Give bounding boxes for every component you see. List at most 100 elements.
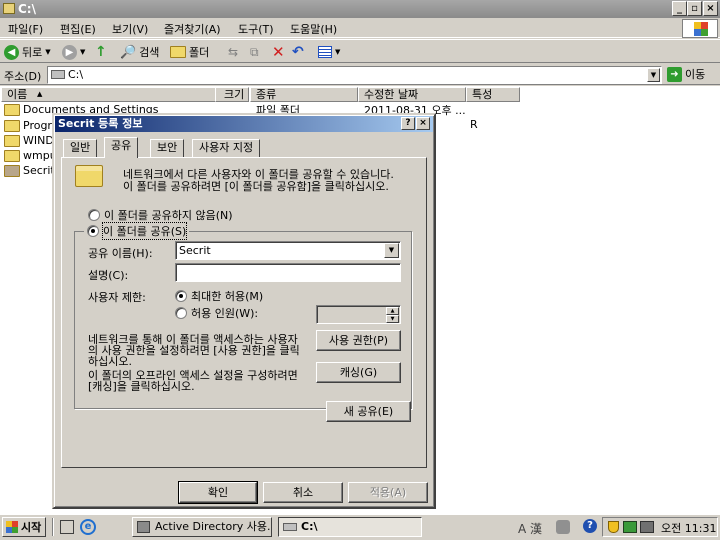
menu-edit[interactable]: 편집(E) xyxy=(60,21,96,37)
share-radio[interactable]: 이 폴더를 공유(S) xyxy=(84,222,190,240)
restore-button[interactable]: ▫ xyxy=(687,1,702,16)
share-name-label: 공유 이름(H): xyxy=(88,247,153,260)
forward-arrow-icon: ▶ xyxy=(62,44,77,60)
start-button[interactable]: 시작 xyxy=(2,517,46,537)
system-tray: 오전 11:31 xyxy=(602,517,718,537)
address-input[interactable]: C:\ ▼ xyxy=(47,66,662,84)
search-icon: 🔎 xyxy=(120,44,137,60)
ok-label: 확인 xyxy=(207,486,229,499)
menu-favorites[interactable]: 즐겨찾기(A) xyxy=(164,21,221,37)
taskbar-item-label: Active Directory 사용... xyxy=(155,520,272,533)
views-button[interactable]: ▼ xyxy=(318,43,340,61)
back-button[interactable]: ◀ 뒤로 ▼ xyxy=(4,43,51,61)
dialog-titlebar: Secrit 등록 정보 xyxy=(55,116,433,132)
menu-tools[interactable]: 도구(T) xyxy=(238,21,274,37)
toolbar: ◀ 뒤로 ▼ ▶ ▼ ↑ 🔎 검색 폴더 ⇆ ⧉ ✕ ↶ ▼ xyxy=(0,39,720,63)
column-header-attributes[interactable]: 특성 xyxy=(466,87,520,102)
new-share-label: 새 공유(E) xyxy=(343,405,394,418)
address-dropdown-button[interactable]: ▼ xyxy=(647,68,660,82)
folder-icon xyxy=(4,149,20,162)
search-label: 검색 xyxy=(139,46,160,59)
stepper-up-icon[interactable]: ▲ xyxy=(386,307,399,315)
tab-customize-label: 사용자 지정 xyxy=(199,141,254,154)
cancel-button[interactable]: 취소 xyxy=(263,482,343,503)
cancel-label: 취소 xyxy=(292,486,314,499)
column-name-label: 이름 xyxy=(7,88,28,101)
chevron-down-icon: ▼ xyxy=(45,48,51,56)
description-input[interactable] xyxy=(175,263,401,282)
taskbar-item-active-directory[interactable]: Active Directory 사용... xyxy=(132,517,272,537)
address-value: C:\ xyxy=(68,68,84,81)
folders-button[interactable]: 폴더 xyxy=(170,43,209,61)
delete-button[interactable]: ✕ xyxy=(272,43,285,61)
security-shield-icon[interactable] xyxy=(608,521,619,533)
apply-label: 적용(A) xyxy=(369,486,407,499)
user-count-stepper[interactable]: ▲ ▼ xyxy=(316,305,401,324)
help-icon[interactable]: ? xyxy=(583,519,597,533)
permissions-button-label: 사용 권한(P) xyxy=(328,334,389,347)
go-button[interactable]: ➜ 이동 xyxy=(667,66,705,82)
ime-tool-icon[interactable] xyxy=(556,520,570,534)
stepper-down-icon[interactable]: ▼ xyxy=(386,315,399,323)
copy-icon: ⧉ xyxy=(250,44,259,59)
search-button[interactable]: 🔎 검색 xyxy=(120,43,159,61)
window-title: C:\ xyxy=(18,2,36,16)
tab-general-label: 일반 xyxy=(70,141,91,154)
caching-button[interactable]: 캐싱(G) xyxy=(316,362,401,383)
chevron-down-icon[interactable]: ▼ xyxy=(384,243,399,258)
drive-icon xyxy=(51,70,65,79)
max-allowed-radio[interactable]: 최대한 허용(M) xyxy=(175,288,263,304)
apply-button[interactable]: 적용(A) xyxy=(348,482,428,503)
column-header-modified[interactable]: 수정한 날짜 xyxy=(358,87,466,102)
back-label: 뒤로 xyxy=(22,46,43,59)
windows-logo-icon xyxy=(682,19,718,38)
column-type-label: 종류 xyxy=(256,88,277,101)
tab-general[interactable]: 일반 xyxy=(63,139,98,157)
no-share-radio[interactable]: 이 폴더를 공유하지 않음(N) xyxy=(88,207,233,223)
minimize-button[interactable]: _ xyxy=(672,1,687,16)
share-name-select[interactable]: Secrit ▼ xyxy=(175,241,401,260)
tab-sharing[interactable]: 공유 xyxy=(104,137,139,158)
taskbar-item-explorer[interactable]: C:\ xyxy=(278,517,422,537)
list-item[interactable]: Progra xyxy=(4,118,59,133)
list-item[interactable]: wmpu xyxy=(4,148,57,163)
close-button[interactable]: × xyxy=(703,1,718,16)
delete-x-icon: ✕ xyxy=(272,43,285,61)
move-to-button[interactable]: ⇆ xyxy=(228,43,238,61)
window-titlebar: C:\ xyxy=(0,0,720,18)
allow-users-radio[interactable]: 허용 인원(W): xyxy=(175,305,258,321)
forward-button[interactable]: ▶ ▼ xyxy=(62,43,85,61)
list-item[interactable]: Secrit xyxy=(4,163,55,178)
menu-view[interactable]: 보기(V) xyxy=(112,21,148,37)
radio-on-icon xyxy=(87,225,99,237)
column-attributes-label: 특성 xyxy=(472,88,493,101)
radio-on-icon xyxy=(175,290,187,302)
copy-to-button[interactable]: ⧉ xyxy=(250,43,259,61)
show-desktop-icon[interactable] xyxy=(60,520,74,534)
network-icon[interactable] xyxy=(623,521,637,533)
ime-indicator[interactable]: A 漢 xyxy=(518,520,542,537)
internet-explorer-icon[interactable]: e xyxy=(80,519,96,535)
menu-help[interactable]: 도움말(H) xyxy=(290,21,337,37)
menu-file[interactable]: 파일(F) xyxy=(8,21,43,37)
active-directory-icon xyxy=(137,521,150,533)
ok-button[interactable]: 확인 xyxy=(178,481,258,504)
caching-button-label: 캐싱(G) xyxy=(339,366,378,379)
undo-button[interactable]: ↶ xyxy=(292,43,304,61)
column-header-size[interactable]: 크기 xyxy=(215,87,249,102)
dialog-close-button[interactable]: × xyxy=(416,117,430,130)
new-share-button[interactable]: 새 공유(E) xyxy=(326,401,411,422)
column-header-type[interactable]: 종류 xyxy=(250,87,358,102)
clock[interactable]: 오전 11:31 xyxy=(661,520,716,536)
permissions-button[interactable]: 사용 권한(P) xyxy=(316,330,401,351)
help-button[interactable]: ? xyxy=(401,117,415,130)
shared-folder-icon xyxy=(4,164,20,177)
up-arrow-icon: ↑ xyxy=(95,44,107,60)
tab-security[interactable]: 보안 xyxy=(150,139,185,157)
up-folder-button[interactable]: ↑ xyxy=(95,43,107,61)
column-header-name[interactable]: 이름 ▲ xyxy=(1,87,249,102)
folders-label: 폴더 xyxy=(189,46,210,59)
taskbar-divider xyxy=(52,518,54,536)
computer-icon[interactable] xyxy=(640,521,654,533)
tab-customize[interactable]: 사용자 지정 xyxy=(192,139,261,157)
